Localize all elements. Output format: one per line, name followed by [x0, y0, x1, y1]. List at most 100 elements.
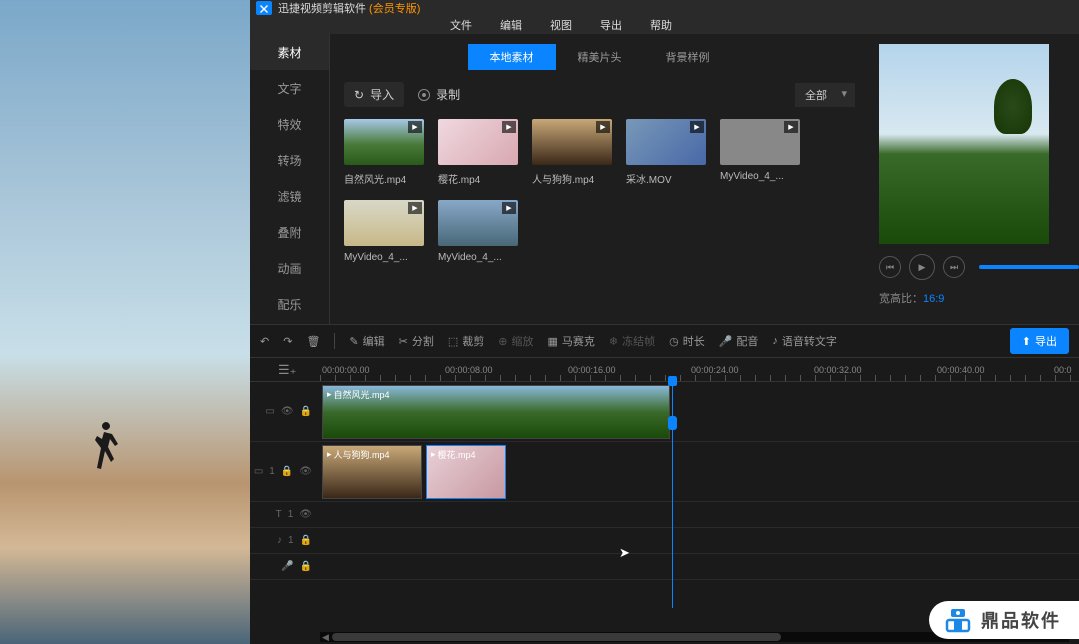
playhead[interactable]	[672, 378, 673, 608]
audio-track: ♪1🔒	[250, 528, 1079, 554]
redo-button[interactable]: ↷	[283, 335, 292, 348]
lock-icon[interactable]: 🔒	[300, 535, 312, 546]
media-item[interactable]: ▶MyVideo_4_...	[344, 200, 424, 263]
play-icon: ▶	[408, 121, 422, 133]
eye-icon[interactable]: 👁	[299, 466, 312, 477]
media-label: 樱花.mp4	[438, 171, 518, 186]
sidebar-item-overlay[interactable]: 叠附	[250, 214, 329, 250]
media-item[interactable]: ▶ 樱花.mp4	[438, 119, 518, 186]
watermark-badge: 鼎品软件	[929, 601, 1079, 639]
mic-track-icon[interactable]: 🎤	[281, 561, 293, 572]
edit-button[interactable]: ✎ 编辑	[349, 333, 384, 349]
lock-icon[interactable]: 🔒	[300, 406, 312, 417]
audio-track-icon[interactable]: ♪	[277, 535, 282, 546]
delete-button[interactable]: 🗑	[306, 335, 320, 348]
ruler-mark: 00:00:08.00	[445, 365, 493, 375]
play-icon: ▶	[596, 121, 610, 133]
mosaic-button[interactable]: ▦ 马赛克	[547, 333, 594, 349]
ruler-ticks	[320, 375, 1079, 381]
background-runner-silhouette	[92, 420, 124, 490]
import-button[interactable]: ↻ 导入	[344, 82, 404, 107]
duration-button[interactable]: ◷ 时长	[669, 333, 705, 349]
clip-sakura[interactable]: ▸樱花.mp4	[426, 445, 506, 499]
ruler-mark: 00:00:00.00	[322, 365, 370, 375]
video-track-icon[interactable]: ▭	[254, 466, 263, 477]
menu-file[interactable]: 文件	[450, 17, 472, 33]
text-track-icon[interactable]: T	[276, 509, 282, 520]
menu-export[interactable]: 导出	[600, 17, 622, 33]
menu-help[interactable]: 帮助	[650, 17, 672, 33]
media-thumbnail: ▶	[438, 200, 518, 246]
ruler-mark: 00:0	[1054, 365, 1072, 375]
undo-button[interactable]: ↶	[260, 335, 269, 348]
titlebar: 迅捷视频剪辑软件 (会员专版)	[250, 0, 1079, 16]
split-button[interactable]: ✂ 分割	[399, 333, 434, 349]
ruler-mark: 00:00:16.00	[568, 365, 616, 375]
sidebar-item-text[interactable]: 文字	[250, 70, 329, 106]
lock-icon[interactable]: 🔒	[281, 466, 293, 477]
freeze-button[interactable]: ❄ 冻结帧	[609, 333, 655, 349]
ruler-menu-icon[interactable]: ☰₊	[278, 362, 297, 378]
voice-button[interactable]: 🎤 配音	[719, 333, 759, 349]
media-label: 自然风光.mp4	[344, 171, 424, 186]
export-button[interactable]: ⬆ 导出	[1010, 328, 1069, 354]
eye-icon[interactable]: 👁	[281, 406, 294, 417]
app-title: 迅捷视频剪辑软件 (会员专版)	[278, 0, 420, 16]
sidebar-item-effects[interactable]: 特效	[250, 106, 329, 142]
aspect-value[interactable]: 16:9	[923, 293, 944, 305]
ruler-mark: 00:00:40.00	[937, 365, 985, 375]
play-icon: ▶	[502, 121, 516, 133]
stt-button[interactable]: ♪ 语音转文字	[772, 333, 837, 349]
media-panel: 本地素材 精美片头 背景样例 ↻ 导入 录制 全部 ▶ 自然风光.mp4 ▶ 樱花.m…	[330, 34, 869, 324]
media-thumbnail: ▶	[626, 119, 706, 165]
media-tabs: 本地素材 精美片头 背景样例	[344, 44, 855, 70]
sidebar-item-transitions[interactable]: 转场	[250, 142, 329, 178]
voice-track: 🎤🔒	[250, 554, 1079, 580]
menu-view[interactable]: 视图	[550, 17, 572, 33]
watermark-logo-icon	[943, 607, 973, 633]
play-icon: ▸	[431, 449, 436, 460]
video-track-icon[interactable]: ▭	[265, 406, 274, 417]
media-item[interactable]: ▶ 自然风光.mp4	[344, 119, 424, 186]
scroll-left-arrow[interactable]: ◀	[322, 632, 329, 643]
media-item[interactable]: ▶采冰.MOV	[626, 119, 706, 186]
ruler-mark: 00:00:32.00	[814, 365, 862, 375]
media-label: MyVideo_4_...	[720, 171, 800, 182]
preview-progress[interactable]	[979, 265, 1079, 269]
timeline-ruler[interactable]: ☰₊ 00:00:00.00 00:00:08.00 00:00:16.00 0…	[250, 358, 1079, 382]
sidebar-item-music[interactable]: 配乐	[250, 286, 329, 322]
preview-tree-graphic	[994, 79, 1032, 134]
clip-nature[interactable]: ▸自然风光.mp4	[322, 385, 670, 439]
crop-button[interactable]: ⬚ 裁剪	[448, 333, 484, 349]
mouse-cursor: ➤	[619, 545, 630, 561]
preview-screen[interactable]	[879, 44, 1049, 244]
media-thumbnail: ▶	[720, 119, 800, 165]
menu-edit[interactable]: 编辑	[500, 17, 522, 33]
clip-person[interactable]: ▸人与狗狗.mp4	[322, 445, 422, 499]
media-item[interactable]: ▶人与狗狗.mp4	[532, 119, 612, 186]
media-grid: ▶自然风光.mp4▶樱花.mp4▶人与狗狗.mp4▶采冰.MOV▶MyVideo…	[344, 119, 855, 263]
zoom-button[interactable]: ⊕ 缩放	[498, 333, 533, 349]
media-item[interactable]: ▶MyVideo_4_...	[438, 200, 518, 263]
sidebar-item-filters[interactable]: 滤镜	[250, 178, 329, 214]
sidebar-item-animation[interactable]: 动画	[250, 250, 329, 286]
text-track: T1👁	[250, 502, 1079, 528]
record-button[interactable]: 录制	[418, 86, 460, 103]
next-frame-button[interactable]: ⏭	[943, 256, 965, 278]
tab-intros[interactable]: 精美片头	[556, 44, 644, 70]
media-thumbnail: ▶	[344, 200, 424, 246]
lock-icon[interactable]: 🔒	[300, 561, 312, 572]
scrollbar-thumb[interactable]	[332, 633, 781, 641]
prev-frame-button[interactable]: ⏮	[879, 256, 901, 278]
tab-local-media[interactable]: 本地素材	[468, 44, 556, 70]
media-toolbar: ↻ 导入 录制 全部	[344, 82, 855, 107]
play-icon: ▸	[327, 449, 332, 460]
tab-backgrounds[interactable]: 背景样例	[644, 44, 732, 70]
media-item[interactable]: ▶ MyVideo_4_...	[720, 119, 800, 186]
play-button[interactable]: ▶	[909, 254, 935, 280]
filter-dropdown[interactable]: 全部	[795, 83, 855, 107]
menubar: 文件 编辑 视图 导出 帮助	[250, 16, 1079, 34]
eye-icon[interactable]: 👁	[299, 509, 312, 520]
sidebar-item-media[interactable]: 素材	[250, 34, 329, 70]
media-thumbnail: ▶	[438, 119, 518, 165]
